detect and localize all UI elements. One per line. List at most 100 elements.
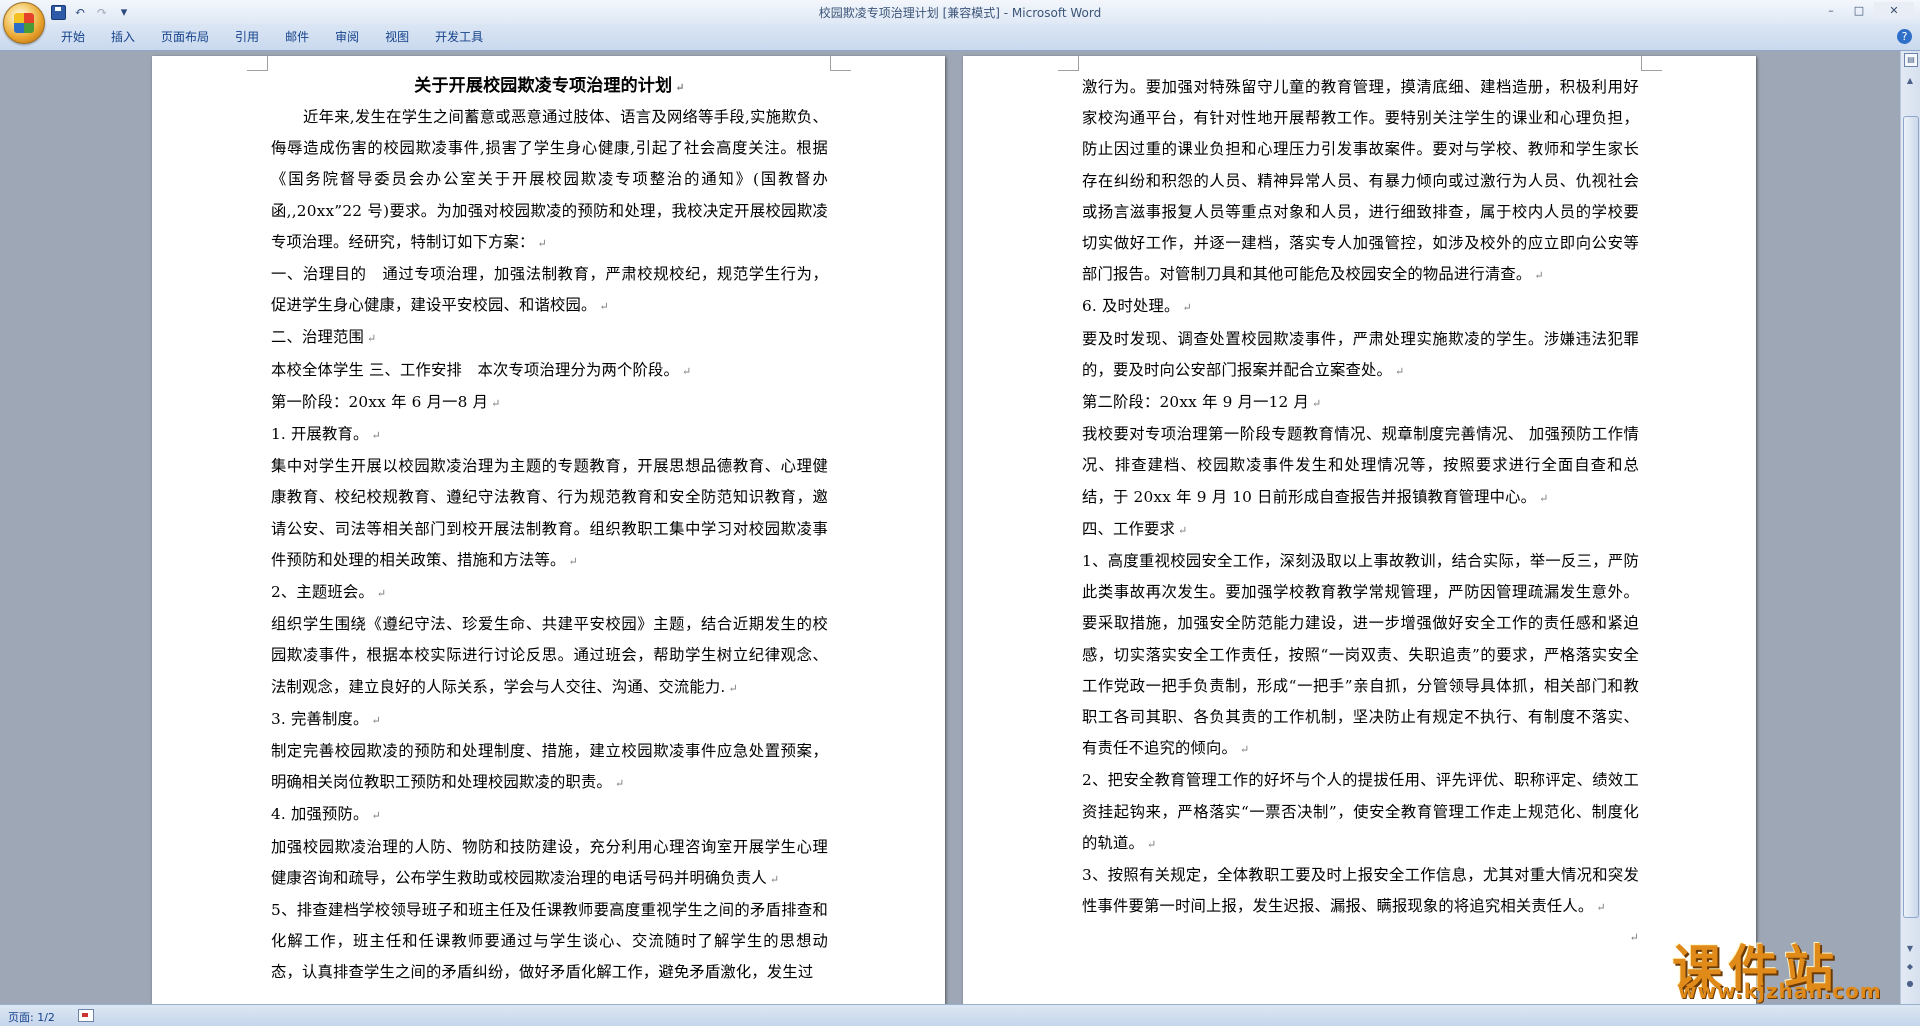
paragraph-mark: ↵ (681, 364, 692, 378)
paragraph-mark: ↵ (1596, 901, 1606, 915)
maximize-button[interactable]: □ (1846, 2, 1872, 19)
scroll-up-icon[interactable]: ▲ (1903, 73, 1917, 88)
ribbon: 开始 插入 页面布局 引用 邮件 审阅 视图 开发工具 ? (0, 24, 1920, 51)
previous-page-icon[interactable]: ◆ (1903, 959, 1917, 974)
document-paragraph: 3、按照有关规定，全体教职工要及时上报安全工作信息，尤其对重大情况和突发性事件要… (1082, 860, 1639, 923)
paragraph-text: 1. 开展教育。 (271, 425, 369, 444)
paragraph-text: 第一阶段：20xx 年 6 月一8 月 (271, 392, 489, 411)
paragraph-mark: ↵ (769, 872, 780, 886)
tab-mailings[interactable]: 邮件 (272, 26, 322, 48)
paragraph-mark: ↵ (614, 777, 625, 791)
document-paragraph: 第一阶段：20xx 年 6 月一8 月 ↵ (271, 387, 828, 419)
document-paragraph: 近年来,发生在学生之间蓄意或恶意通过肢体、语言及网络等手段,实施欺负、侮辱造成伤… (271, 102, 828, 259)
scrollbar-thumb[interactable] (1903, 116, 1919, 918)
paragraph-text: 四、工作要求 (1082, 519, 1175, 538)
document-paragraph: 4. 加强预防。 ↵ (271, 799, 828, 831)
document-paragraph: 四、工作要求 ↵ (1082, 514, 1639, 546)
office-button[interactable] (3, 2, 45, 44)
help-icon[interactable]: ? (1897, 29, 1912, 44)
paragraph-text: 二、治理范围 (271, 328, 364, 347)
document-paragraph: 集中对学生开展以校园欺凌治理为主题的专题教育，开展思想品德教育、心理健康教育、校… (271, 451, 828, 577)
document-paragraph: 制定完善校园欺凌的预防和处理制度、措施，建立校园欺凌事件应急处置预案，明确相关岗… (271, 736, 828, 799)
paragraph-mark: ↵ (371, 713, 381, 727)
document-page-1[interactable]: 关于开展校园欺凌专项治理的计划 ↵ 近年来,发生在学生之间蓄意或恶意通过肢体、语言… (152, 56, 945, 1004)
tab-developer[interactable]: 开发工具 (422, 26, 496, 48)
paragraph-text: 我校要对专项治理第一阶段专题教育情况、规章制度完善情况、 加强预防工作情况、排查… (1082, 425, 1639, 506)
ribbon-tabs: 开始 插入 页面布局 引用 邮件 审阅 视图 开发工具 (48, 24, 496, 50)
paragraph-text: 组织学生围绕《遵纪守法、珍爱生命、共建平安校园》主题，结合近期发生的校园欺凌事件… (271, 615, 828, 696)
paragraph-text: 制定完善校园欺凌的预防和处理制度、措施，建立校园欺凌事件应急处置预案，明确相关岗… (271, 742, 828, 792)
paragraph-mark: ↵ (366, 332, 377, 346)
document-paragraph: 一、治理目的 通过专项治理，加强法制教育，严肃校规校纪，规范学生行为，促进学生身… (271, 259, 828, 322)
crop-mark (1058, 56, 1079, 71)
tab-view[interactable]: 视图 (372, 26, 422, 48)
paragraph-mark: ↵ (1394, 364, 1405, 378)
document-paragraph: 2、把安全教育管理工作的好坏与个人的提拔任用、评先评优、职称评定、绩效工资挂起钩… (1082, 765, 1639, 860)
document-paragraph: 1、高度重视校园安全工作，深刻汲取以上事故教训，结合实际，举一反三，严防此类事故… (1082, 546, 1639, 765)
paragraph-text: 集中对学生开展以校园欺凌治理为主题的专题教育，开展思想品德教育、心理健康教育、校… (271, 457, 828, 569)
paragraph-mark: ↵ (537, 236, 547, 250)
view-ruler-button[interactable]: ▤ (1904, 53, 1918, 67)
title-bar: ↶ ↷ ▾ 校园欺凌专项治理计划 [兼容模式] - Microsoft Word… (0, 0, 1920, 25)
tab-references[interactable]: 引用 (222, 26, 272, 48)
paragraph-mark: ↵ (1629, 931, 1639, 945)
crop-mark (830, 56, 851, 71)
document-title-text: 关于开展校园欺凌专项治理的计划 (414, 76, 673, 96)
paragraph-mark: ↵ (1312, 397, 1322, 411)
browse-object-icon[interactable]: ● (1903, 976, 1917, 991)
document-paragraph: 加强校园欺凌治理的人防、物防和技防建设，充分利用心理咨询室开展学生心理健康咨询和… (271, 832, 828, 895)
status-bar: 页面: 1/2 (0, 1004, 1920, 1026)
paragraph-text: 近年来,发生在学生之间蓄意或恶意通过肢体、语言及网络等手段,实施欺负、侮辱造成伤… (271, 108, 828, 251)
document-paragraph: 5、排查建档学校领导班子和班主任及任课教师要高度重视学生之间的矛盾排查和化解工作… (271, 895, 828, 989)
document-paragraph: 二、治理范围 ↵ (271, 322, 828, 354)
paragraph-mark: ↵ (371, 429, 381, 443)
paragraph-text: 一、治理目的 通过专项治理，加强法制教育，严肃校规校纪，规范学生行为，促进学生身… (271, 265, 828, 315)
paragraph-mark: ↵ (728, 681, 738, 695)
document-title: 关于开展校园欺凌专项治理的计划 ↵ (271, 70, 828, 102)
tab-insert[interactable]: 插入 (98, 26, 148, 48)
paragraph-text: 5、排查建档学校领导班子和班主任及任课教师要高度重视学生之间的矛盾排查和化解工作… (271, 901, 828, 982)
paragraph-text: 3、按照有关规定，全体教职工要及时上报安全工作信息，尤其对重大情况和突发性事件要… (1082, 866, 1639, 916)
paragraph-text: 要及时发现、调查处置校园欺凌事件，严肃处理实施欺凌的学生。涉嫌违法犯罪的，要及时… (1082, 329, 1639, 379)
tab-page-layout[interactable]: 页面布局 (148, 26, 222, 48)
tab-review[interactable]: 审阅 (322, 26, 372, 48)
document-paragraph: 6. 及时处理。 ↵ (1082, 291, 1639, 323)
paragraph-text: 激行为。要加强对特殊留守儿童的教育管理，摸清底细、建档造册，积极利用好家校沟通平… (1082, 78, 1639, 284)
document-paragraph: 组织学生围绕《遵纪守法、珍爱生命、共建平安校园》主题，结合近期发生的校园欺凌事件… (271, 609, 828, 704)
scroll-down-icon[interactable]: ▼ (1903, 941, 1917, 956)
paragraph-text: 2、主题班会。 (271, 583, 374, 602)
close-button[interactable]: ✕ (1874, 2, 1914, 19)
paragraph-mark: ↵ (1534, 269, 1544, 283)
vertical-scrollbar[interactable]: ▤ ▲ ▼ ◆ ● (1900, 51, 1920, 1004)
paragraph-mark: ↵ (376, 587, 387, 601)
crop-mark (1641, 56, 1662, 71)
document-paragraph: 要及时发现、调查处置校园欺凌事件，严肃处理实施欺凌的学生。涉嫌违法犯罪的，要及时… (1082, 324, 1639, 387)
watermark-url: www.kjzhan.com (1678, 979, 1882, 1003)
minimize-button[interactable]: – (1818, 2, 1844, 19)
paragraph-mark: ↵ (568, 554, 578, 568)
paragraph-text: 第二阶段：20xx 年 9 月一12 月 (1082, 393, 1310, 412)
paragraph-text: 4. 加强预防。 (271, 805, 369, 824)
window-controls: – □ ✕ (1818, 2, 1914, 19)
paragraph-mark: ↵ (1177, 523, 1188, 537)
document-paragraph: 3. 完善制度。 ↵ (271, 704, 828, 736)
paragraph-text: 本校全体学生 三、工作安排 本次专项治理分为两个阶段。 (271, 360, 679, 379)
tab-home[interactable]: 开始 (48, 26, 98, 48)
paragraph-mark: ↵ (491, 396, 501, 410)
document-area[interactable]: 关于开展校园欺凌专项治理的计划 ↵ 近年来,发生在学生之间蓄意或恶意通过肢体、语言… (0, 51, 1901, 1004)
window-title: 校园欺凌专项治理计划 [兼容模式] - Microsoft Word (818, 6, 1102, 20)
paragraph-mark: ↵ (1182, 301, 1192, 315)
paragraph-text: 1、高度重视校园安全工作，深刻汲取以上事故教训，结合实际，举一反三，严防此类事故… (1082, 552, 1639, 758)
document-paragraph: 本校全体学生 三、工作安排 本次专项治理分为两个阶段。 ↵ (271, 355, 828, 387)
paragraph-mark: ↵ (1239, 743, 1250, 757)
paragraph-mark: ↵ (371, 809, 381, 823)
document-paragraph: 1. 开展教育。 ↵ (271, 419, 828, 451)
page-1-text: 关于开展校园欺凌专项治理的计划 ↵ 近年来,发生在学生之间蓄意或恶意通过肢体、语言… (271, 70, 828, 989)
paragraph-mark: ↵ (599, 300, 609, 314)
page-2-text: 激行为。要加强对特殊留守儿童的教育管理，摸清底细、建档造册，积极利用好家校沟通平… (1082, 72, 1639, 944)
document-page-2[interactable]: 激行为。要加强对特殊留守儿童的教育管理，摸清底细、建档造册，积极利用好家校沟通平… (963, 56, 1756, 1004)
proofing-icon[interactable] (78, 1009, 94, 1022)
document-paragraph: 激行为。要加强对特殊留守儿童的教育管理，摸清底细、建档造册，积极利用好家校沟通平… (1082, 72, 1639, 291)
document-paragraph: 第二阶段：20xx 年 9 月一12 月 ↵ (1082, 387, 1639, 419)
page-number-indicator[interactable]: 页面: 1/2 (8, 1009, 55, 1025)
